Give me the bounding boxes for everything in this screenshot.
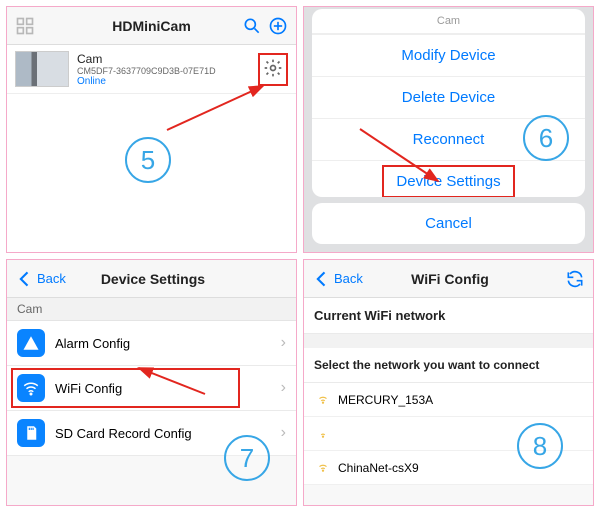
device-id: CM5DF7-3637709C9D3B-07E71D xyxy=(77,66,258,76)
chevron-right-icon: › xyxy=(281,334,286,352)
panel-5: HDMiniCam Cam CM5DF7-3637709C9D3B-07E71D… xyxy=(6,6,297,253)
section-label: Cam xyxy=(7,298,296,321)
step-number: 8 xyxy=(533,431,547,462)
sheet-item-delete[interactable]: Delete Device xyxy=(312,76,585,118)
refresh-icon[interactable] xyxy=(565,269,585,289)
step-badge: 5 xyxy=(125,137,171,183)
page-title: WiFi Config xyxy=(411,271,489,287)
arrow-to-gear xyxy=(167,82,277,135)
panel-7: Back Device Settings Cam Alarm Config › … xyxy=(6,259,297,506)
panel7-header: Back Device Settings xyxy=(7,260,296,298)
sheet-item-modify[interactable]: Modify Device xyxy=(312,34,585,76)
back-button[interactable]: Back xyxy=(15,269,66,289)
page-title: Device Settings xyxy=(101,271,205,287)
panel8-header: Back WiFi Config xyxy=(304,260,593,298)
chevron-right-icon: › xyxy=(281,424,286,442)
chevron-left-icon xyxy=(312,269,332,289)
step-number: 7 xyxy=(240,443,254,474)
wifi-signal-icon xyxy=(316,459,330,476)
wifi-signal-icon xyxy=(316,391,330,408)
grid-icon[interactable] xyxy=(15,16,35,36)
panel-8: Back WiFi Config Current WiFi network Se… xyxy=(303,259,594,506)
step-number: 6 xyxy=(539,123,553,154)
step-badge: 7 xyxy=(224,435,270,481)
sheet-cancel[interactable]: Cancel xyxy=(312,203,585,244)
device-thumbnail xyxy=(15,51,69,87)
chevron-right-icon: › xyxy=(281,379,286,397)
wifi-ssid: ChinaNet-csX9 xyxy=(338,461,419,475)
sheet-title: Cam xyxy=(312,9,585,34)
wifi-signal-icon xyxy=(316,425,330,442)
panel-6: Cam Modify Device Delete Device Reconnec… xyxy=(303,6,594,253)
panel5-header: HDMiniCam xyxy=(7,7,296,45)
alarm-icon xyxy=(17,329,45,357)
wifi-ssid: MERCURY_153A xyxy=(338,393,433,407)
step-badge: 6 xyxy=(523,115,569,161)
search-icon[interactable] xyxy=(242,16,262,36)
select-network-label: Select the network you want to connect xyxy=(304,348,593,383)
back-label: Back xyxy=(37,271,66,286)
add-icon[interactable] xyxy=(268,16,288,36)
row-alarm-config[interactable]: Alarm Config › xyxy=(7,321,296,366)
chevron-left-icon xyxy=(15,269,35,289)
gear-icon[interactable] xyxy=(263,58,283,78)
step-number: 5 xyxy=(141,145,155,176)
device-name: Cam xyxy=(77,52,258,66)
sd-card-icon xyxy=(17,419,45,447)
wifi-network-row[interactable]: MERCURY_153A xyxy=(304,383,593,417)
arrow-to-wifi xyxy=(137,366,207,399)
gear-highlight xyxy=(258,53,288,86)
arrow-to-settings xyxy=(360,129,450,192)
row-label: Alarm Config xyxy=(55,336,271,351)
step-badge: 8 xyxy=(517,423,563,469)
app-title: HDMiniCam xyxy=(112,18,191,34)
back-label: Back xyxy=(334,271,363,286)
current-wifi-label: Current WiFi network xyxy=(304,298,593,334)
back-button[interactable]: Back xyxy=(312,269,363,289)
